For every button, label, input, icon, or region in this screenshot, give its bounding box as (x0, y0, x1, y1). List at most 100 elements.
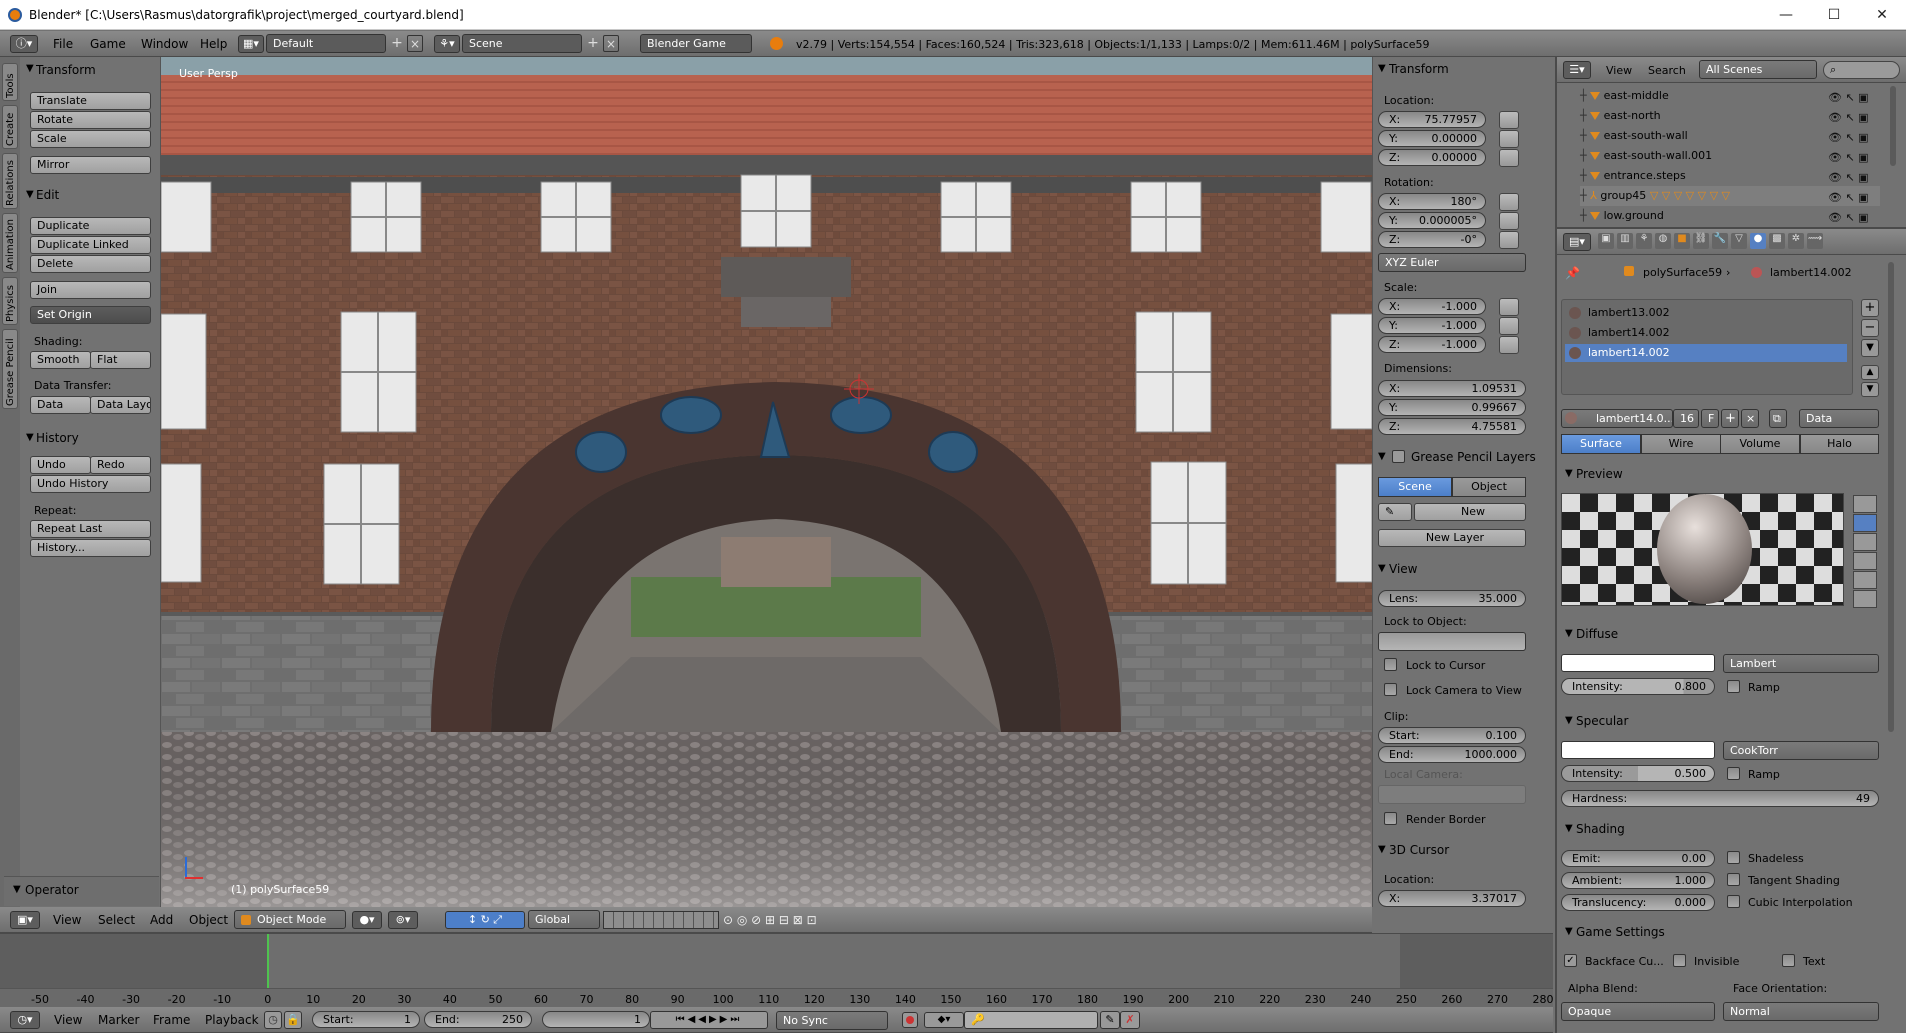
manipulator-icons[interactable]: ↕ ↻ ⤢ (445, 911, 525, 929)
lock-cursor-checkbox[interactable] (1384, 658, 1397, 671)
editor-type-outliner-icon[interactable]: ☰▾ (1563, 61, 1591, 79)
grease-pencil-icon[interactable]: ✎ (1378, 503, 1412, 521)
tab-create[interactable]: Create (2, 105, 18, 149)
cursor-panel-title[interactable]: 3D Cursor (1389, 843, 1449, 857)
unlink-material-icon[interactable]: × (1741, 409, 1759, 428)
preview-sky-icon[interactable] (1853, 590, 1877, 608)
3d-viewport[interactable]: User Persp (1) polySurface59 (161, 57, 1372, 907)
start-frame-field[interactable]: Start: 1 (312, 1011, 420, 1028)
alpha-blend-select[interactable]: Opaque (1561, 1002, 1715, 1021)
material-tab-icon[interactable]: ● (1750, 233, 1766, 249)
transform-orientation-select[interactable]: Global (528, 910, 600, 929)
rotation-z-field[interactable]: Z: -0° (1378, 231, 1486, 248)
grease-pencil-checkbox[interactable] (1392, 450, 1405, 463)
slot-remove-icon[interactable]: − (1861, 319, 1879, 337)
sync-mode-select[interactable]: No Sync (776, 1011, 888, 1030)
mirror-button[interactable]: Mirror (30, 156, 151, 174)
delete-button[interactable]: Delete (30, 255, 151, 273)
preview-hair-icon[interactable] (1853, 571, 1877, 589)
diffuse-shader-select[interactable]: Lambert (1723, 654, 1879, 673)
scene-tab-icon[interactable]: ⚘ (1636, 233, 1652, 249)
material-slot-selected[interactable]: lambert14.002 (1565, 344, 1847, 362)
redo-button[interactable]: Redo (90, 456, 151, 474)
scene-icon[interactable]: ⚘▾ (434, 35, 460, 53)
constraints-tab-icon[interactable]: ⛓ (1693, 233, 1709, 249)
shading-panel-title[interactable]: Shading (1576, 822, 1625, 836)
tab-relations[interactable]: Relations (2, 153, 18, 209)
layout-icon[interactable]: ▦▾ (238, 35, 264, 53)
preview-sphere-icon[interactable] (1853, 514, 1877, 532)
material-datablock-field[interactable]: lambert14.0... (1561, 409, 1673, 428)
layers-grid[interactable] (603, 911, 719, 929)
specular-color-swatch[interactable] (1561, 741, 1715, 759)
specular-ramp-checkbox[interactable] (1727, 767, 1740, 780)
preview-panel-title[interactable]: Preview (1576, 467, 1623, 481)
close-button[interactable]: ✕ (1860, 0, 1904, 30)
minimize-button[interactable]: — (1764, 0, 1808, 30)
preview-type-buttons[interactable] (1853, 495, 1877, 611)
end-frame-field[interactable]: End: 250 (424, 1011, 532, 1028)
editor-type-3d-icon[interactable]: ▣▾ (10, 911, 40, 929)
game-settings-panel-title[interactable]: Game Settings (1576, 925, 1665, 939)
ambient-field[interactable]: Ambient: 1.000 (1561, 872, 1715, 889)
keyframe-icons[interactable]: ◆▾ (924, 1012, 964, 1028)
new-layer-button[interactable]: New Layer (1378, 529, 1526, 547)
lock-object-field[interactable] (1378, 632, 1526, 651)
playback-controls[interactable]: ⏮◀◀▶▶⏭ (650, 1011, 768, 1029)
lock-icon[interactable] (1499, 149, 1519, 167)
diffuse-ramp-checkbox[interactable] (1727, 680, 1740, 693)
snap-tools-icons[interactable]: ⊙ ◎ ⊘ ⊞ ⊟ ⊠ ⊡ (723, 911, 883, 929)
render-border-checkbox[interactable] (1384, 812, 1397, 825)
scale-y-field[interactable]: Y: -1.000 (1378, 317, 1486, 334)
lock-icon[interactable] (1499, 212, 1519, 230)
lens-field[interactable]: Lens: 35.000 (1378, 590, 1526, 607)
rotation-mode-select[interactable]: XYZ Euler (1378, 253, 1526, 272)
preview-range-icon[interactable]: ◷ (264, 1011, 282, 1029)
menu-window[interactable]: Window (141, 37, 188, 51)
join-button[interactable]: Join (30, 281, 151, 299)
properties-context-tabs[interactable]: ▣ ▥ ⚘ ◍ ■ ⛓ 🔧 ▽ ● ▩ ✲ ⟿ (1598, 233, 1838, 251)
rotation-y-field[interactable]: Y: 0.000005° (1378, 212, 1486, 229)
material-slot[interactable]: lambert14.002 (1565, 324, 1847, 342)
rotate-button[interactable]: Rotate (30, 111, 151, 129)
dimension-y-field[interactable]: Y: 0.99667 (1378, 399, 1526, 416)
preview-cube-icon[interactable] (1853, 533, 1877, 551)
flat-button[interactable]: Flat (90, 351, 151, 369)
scene-field[interactable]: Scene (462, 34, 582, 53)
grease-new-button[interactable]: New (1414, 503, 1526, 521)
location-z-field[interactable]: Z: 0.00000 (1378, 149, 1486, 166)
clip-start-field[interactable]: Start: 0.100 (1378, 727, 1526, 744)
slot-add-icon[interactable]: + (1861, 299, 1879, 317)
dimension-z-field[interactable]: Z: 4.75581 (1378, 418, 1526, 435)
add-scene-icon[interactable]: + (585, 35, 601, 52)
duplicate-linked-button[interactable]: Duplicate Linked (30, 236, 151, 254)
menu-view[interactable]: View (53, 913, 81, 927)
lock-camera-checkbox[interactable] (1384, 683, 1397, 696)
repeat-last-button[interactable]: Repeat Last (30, 520, 151, 538)
current-frame-field[interactable]: 1 (542, 1011, 650, 1028)
preview-flat-icon[interactable] (1853, 495, 1877, 513)
world-tab-icon[interactable]: ◍ (1655, 233, 1671, 249)
lock-icon[interactable] (1499, 193, 1519, 211)
menu-add[interactable]: Add (150, 913, 173, 927)
render-engine-select[interactable]: Blender Game (640, 34, 752, 53)
cubic-interpolation-checkbox[interactable] (1727, 895, 1740, 908)
outliner-menu-search[interactable]: Search (1648, 64, 1686, 77)
tab-physics[interactable]: Physics (2, 277, 18, 325)
tab-grease-scene[interactable]: Scene (1378, 477, 1452, 497)
tab-halo[interactable]: Halo (1800, 434, 1879, 454)
material-browse-icon[interactable] (1565, 412, 1577, 424)
outliner-search-field[interactable]: ⌕ (1823, 61, 1900, 79)
hardness-field[interactable]: Hardness: 49 (1561, 790, 1879, 807)
local-camera-field[interactable] (1378, 785, 1526, 804)
lock-icon[interactable] (1499, 231, 1519, 249)
emit-field[interactable]: Emit: 0.00 (1561, 850, 1715, 867)
modifiers-tab-icon[interactable]: 🔧 (1712, 233, 1728, 249)
n-transform-title[interactable]: Transform (1389, 62, 1449, 76)
tab-grease-object[interactable]: Object (1452, 477, 1526, 497)
material-slot[interactable]: lambert13.002 (1565, 304, 1847, 322)
lock-icon[interactable] (1499, 298, 1519, 316)
pin-icon[interactable]: 📌 (1565, 266, 1580, 280)
lock-icon[interactable] (1499, 111, 1519, 129)
pivot-icon[interactable]: ⊚▾ (388, 911, 418, 929)
